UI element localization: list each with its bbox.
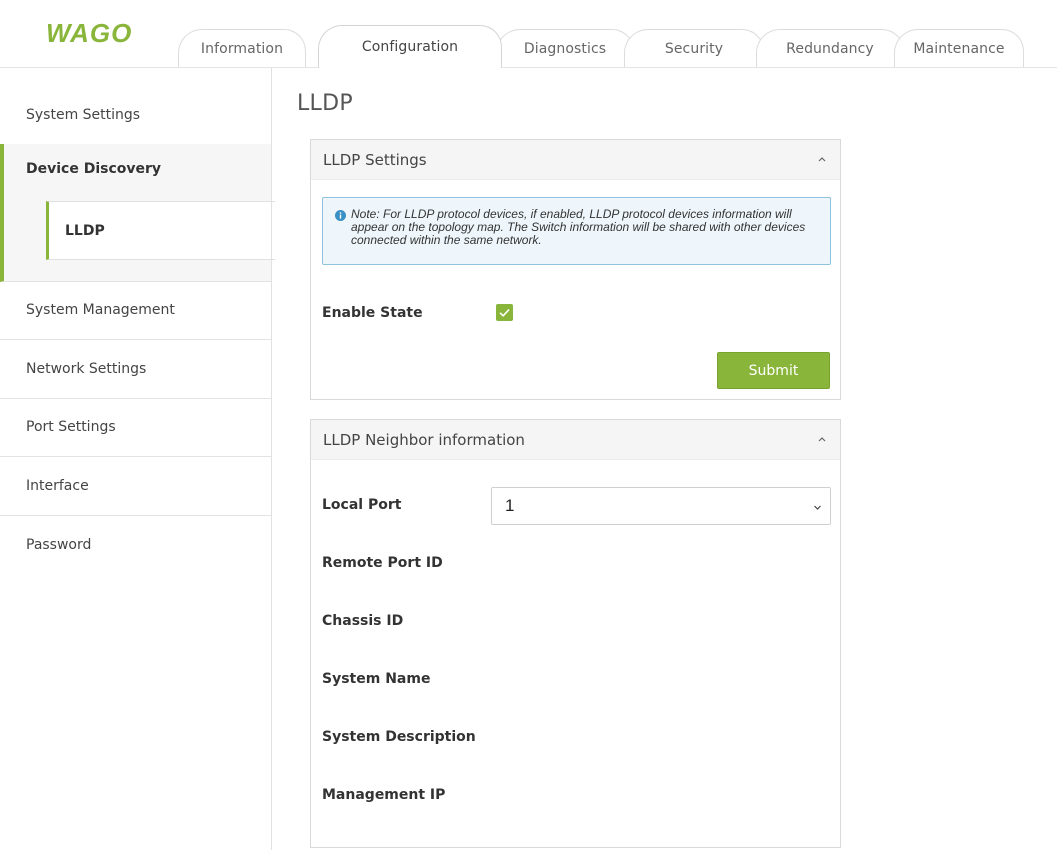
submit-button-label: Submit [748, 362, 799, 379]
checkmark-icon [499, 309, 510, 317]
management-ip-label: Management IP [322, 787, 446, 803]
tab-label: Redundancy [786, 41, 874, 57]
sidebar-item-port-settings[interactable]: Port Settings [0, 398, 271, 457]
sidebar-item-label: LLDP [65, 222, 105, 239]
sidebar-item-label: System Management [26, 302, 175, 318]
tab-security[interactable]: Security [624, 29, 764, 68]
sidebar-item-system-management[interactable]: System Management [0, 281, 271, 340]
sidebar-item-label: Password [26, 536, 92, 553]
enable-state-label: Enable State [322, 305, 423, 321]
chevron-up-icon[interactable] [818, 155, 826, 163]
local-port-value: 1 [505, 496, 515, 515]
tab-diagnostics[interactable]: Diagnostics [496, 29, 634, 68]
tab-configuration[interactable]: Configuration [318, 25, 502, 68]
chevron-up-icon[interactable] [818, 435, 826, 443]
tab-maintenance[interactable]: Maintenance [894, 29, 1024, 68]
tab-label: Security [664, 41, 724, 57]
local-port-select[interactable]: 1 [491, 487, 831, 525]
remote-port-id-label: Remote Port ID [322, 555, 443, 571]
sidebar-item-system-settings[interactable]: System Settings [0, 86, 271, 145]
lldp-neighbor-panel: LLDP Neighbor information Local Port 1 R… [310, 419, 841, 848]
sidebar-item-label: Interface [26, 478, 89, 494]
tab-label: Maintenance [913, 41, 1005, 57]
sidebar: System Settings Device Discovery LLDP Sy… [0, 68, 275, 850]
tab-label: Configuration [361, 39, 459, 55]
page-title: LLDP [297, 91, 353, 116]
tab-information[interactable]: Information [178, 29, 306, 68]
lldp-note: Note: For LLDP protocol devices, if enab… [322, 197, 831, 265]
lldp-settings-panel: LLDP Settings Note: For LLDP protocol de… [310, 139, 841, 400]
sidebar-item-label: Network Settings [26, 361, 147, 377]
system-description-label: System Description [322, 729, 476, 745]
local-port-label: Local Port [322, 497, 402, 513]
system-name-label: System Name [322, 671, 431, 687]
panel-title: LLDP Neighbor information [323, 430, 525, 449]
tab-label: Information [200, 41, 284, 57]
note-text: Note: For LLDP protocol devices, if enab… [351, 207, 806, 247]
sidebar-divider [271, 68, 272, 850]
sidebar-group-device-discovery: Device Discovery LLDP [0, 144, 275, 282]
sidebar-item-network-settings[interactable]: Network Settings [0, 340, 271, 399]
sidebar-item-device-discovery[interactable]: Device Discovery [26, 161, 161, 177]
enable-state-checkbox[interactable] [496, 304, 513, 321]
top-header: WAGO Information Diagnostics Security Re… [0, 0, 1057, 68]
chassis-id-label: Chassis ID [322, 613, 404, 629]
lldp-neighbor-panel-header[interactable]: LLDP Neighbor information [311, 420, 840, 460]
info-icon [335, 210, 346, 221]
tab-redundancy[interactable]: Redundancy [756, 29, 904, 68]
chevron-down-icon [814, 505, 821, 510]
sidebar-item-label: Port Settings [26, 419, 116, 435]
sidebar-item-label: System Settings [26, 107, 141, 123]
sidebar-item-password[interactable]: Password [0, 515, 271, 574]
panel-title: LLDP Settings [323, 150, 427, 169]
sidebar-item-interface[interactable]: Interface [0, 457, 271, 516]
submit-button[interactable]: Submit [717, 352, 830, 389]
lldp-settings-panel-header[interactable]: LLDP Settings [311, 140, 840, 180]
tab-label: Diagnostics [523, 41, 607, 57]
main-tabs: Information Diagnostics Security Redunda… [0, 0, 1057, 68]
sidebar-subitem-lldp[interactable]: LLDP [46, 201, 275, 260]
